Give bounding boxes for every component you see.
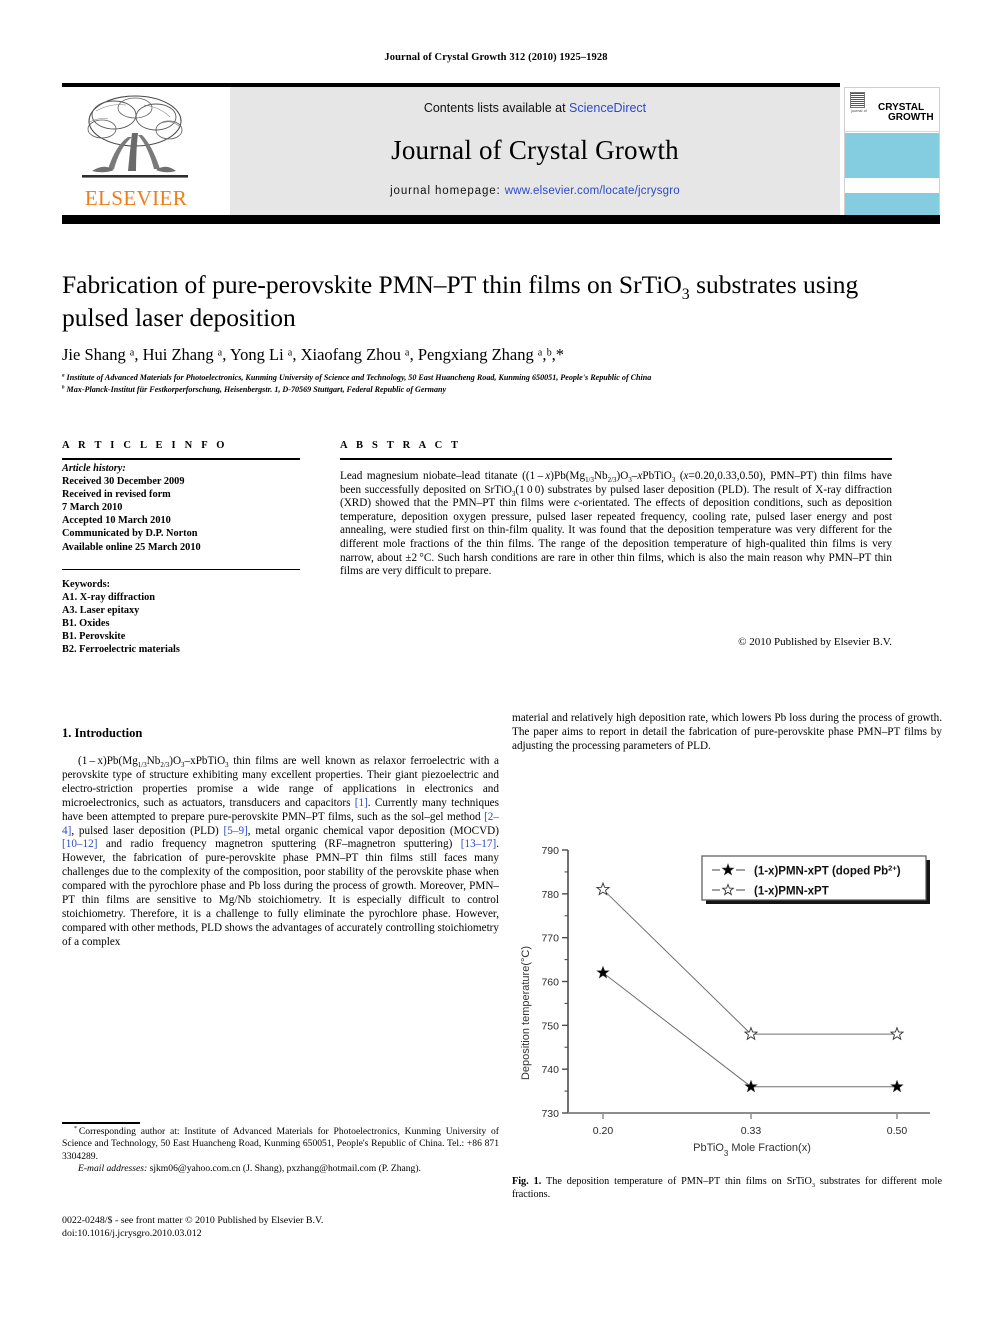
series-line xyxy=(602,889,897,1035)
article-info-heading: A R T I C L E I N F O xyxy=(62,440,228,451)
keyword-item: A3. Laser epitaxy xyxy=(62,605,140,617)
footnote-block: * Corresponding author at: Institute of … xyxy=(62,1126,499,1175)
figure-1: Deposition temperature(°C) PbTiO3 Mole F… xyxy=(512,838,942,1168)
title-part-3: pulsed laser deposition xyxy=(62,303,296,332)
elsevier-logo-block: ELSEVIER xyxy=(62,87,230,215)
abstract-text: Lead magnesium niobate–lead titanate ((1… xyxy=(340,470,892,578)
cover-band-2 xyxy=(845,180,939,192)
chart-legend: (1-x)PMN-xPT (doped Pb2+) (1-x)PMN-xPT xyxy=(701,855,930,904)
affiliation-b: b Max-Planck-Institut für Festkorperfors… xyxy=(62,385,447,394)
email-values: sjkm06@yahoo.com.cn (J. Shang), pxzhang@… xyxy=(149,1162,421,1174)
doi-line: doi:10.1016/j.jcrysgro.2010.03.012 xyxy=(62,1227,202,1239)
y-tick-label: 760 xyxy=(541,977,559,989)
y-tick-label: 730 xyxy=(541,1108,559,1120)
cover-band-3 xyxy=(845,193,939,215)
sciencedirect-link[interactable]: ScienceDirect xyxy=(569,101,646,115)
elsevier-wordmark: ELSEVIER xyxy=(84,186,188,210)
x-tick-label: 0.50 xyxy=(887,1125,908,1137)
citation-link[interactable]: [13–17] xyxy=(461,838,496,850)
legend-label: (1-x)PMN-xPT xyxy=(754,886,829,898)
citation-link[interactable]: [1] xyxy=(355,797,368,809)
cover-pretext: journal of xyxy=(851,109,867,113)
x-tick-label: 0.20 xyxy=(593,1125,614,1137)
history-item: Received 30 December 2009 xyxy=(62,476,185,488)
affiliation-a-text: Institute of Advanced Materials for Phot… xyxy=(66,373,652,382)
page-title: Fabrication of pure-perovskite PMN–PT th… xyxy=(62,268,892,334)
journal-title: Journal of Crystal Growth xyxy=(391,135,679,165)
y-tick-label: 750 xyxy=(541,1020,559,1032)
article-page: Journal of Crystal Growth 312 (2010) 192… xyxy=(0,0,992,1323)
keywords-label: Keywords: xyxy=(62,579,111,590)
running-head: Journal of Crystal Growth 312 (2010) 192… xyxy=(384,52,608,63)
email-label: E-mail addresses: xyxy=(78,1162,148,1174)
article-info-rule xyxy=(62,458,300,460)
citation-link[interactable]: [2–4] xyxy=(62,811,499,837)
paragraph-intro-1: (1 – x)Pb(Mg1/3Nb2/3)O3–xPbTiO3 thin fil… xyxy=(62,755,500,948)
abstract-heading: A B S T R A C T xyxy=(340,440,462,451)
issn-block: 0022-0248/$ - see front matter © 2010 Pu… xyxy=(62,1215,499,1240)
corresponding-author-note: * Corresponding author at: Institute of … xyxy=(62,1125,499,1162)
homepage-link[interactable]: www.elsevier.com/locate/jcrysgro xyxy=(505,185,680,197)
cover-title-line2: GROWTH xyxy=(888,112,934,123)
figure-caption: Fig. 1. The deposition temperature of PM… xyxy=(512,1176,942,1201)
article-history-block: Article history: Received 30 December 20… xyxy=(62,462,300,554)
email-note: E-mail addresses: sjkm06@yahoo.com.cn (J… xyxy=(62,1163,499,1175)
abstract-copyright: © 2010 Published by Elsevier B.V. xyxy=(738,636,892,648)
affiliation-b-text: Max-Planck-Institut für Festkorperforsch… xyxy=(66,385,447,394)
citation-link[interactable]: [10–12] xyxy=(62,838,97,850)
y-tick-label: 790 xyxy=(541,845,559,857)
figure-caption-a: The deposition temperature of PMN–PT thi… xyxy=(541,1176,812,1187)
history-item: Received in revised form xyxy=(62,489,171,501)
masthead-bottom-rule xyxy=(62,215,940,224)
issn-line: 0022-0248/$ - see front matter © 2010 Pu… xyxy=(62,1215,324,1226)
elsevier-tree-icon xyxy=(82,95,188,178)
x-tick-label: 0.33 xyxy=(741,1125,762,1137)
cover-band-1 xyxy=(845,133,939,178)
article-history-label: Article history: xyxy=(62,463,126,474)
filled-star-marker xyxy=(890,1079,904,1093)
keyword-item: B1. Perovskite xyxy=(62,631,126,643)
open-star-marker xyxy=(595,881,611,896)
figure-caption-label: Fig. 1. xyxy=(512,1176,542,1187)
y-tick-label: 740 xyxy=(541,1064,559,1076)
abstract-rule xyxy=(340,458,892,460)
corresponding-author-text: Corresponding author at: Institute of Ad… xyxy=(62,1126,499,1162)
keyword-item: A1. X-ray diffraction xyxy=(62,592,155,604)
deposition-temperature-chart: Deposition temperature(°C) PbTiO3 Mole F… xyxy=(520,845,930,1158)
journal-cover-thumbnail: journal of CRYSTAL GROWTH xyxy=(844,87,940,215)
filled-star-marker xyxy=(744,1079,758,1093)
masthead-center: Contents lists available at ScienceDirec… xyxy=(230,87,840,215)
keywords-rule xyxy=(62,569,300,571)
title-part-2: substrates using xyxy=(689,270,859,299)
footnote-rule xyxy=(62,1122,140,1124)
contents-prefix: Contents lists available at xyxy=(423,101,570,115)
keyword-item: B1. Oxides xyxy=(62,618,110,630)
title-part-1: Fabrication of pure-perovskite PMN–PT th… xyxy=(62,270,682,299)
y-axis-label: Deposition temperature(°C) xyxy=(520,946,532,1080)
affiliation-a: a Institute of Advanced Materials for Ph… xyxy=(62,373,652,382)
body-left-column: (1 – x)Pb(Mg1/3Nb2/3)O3–xPbTiO3 thin fil… xyxy=(62,755,499,950)
cover-emblem-icon xyxy=(850,92,865,108)
journal-homepage-line: journal homepage: www.elsevier.com/locat… xyxy=(230,185,840,197)
open-star-marker xyxy=(889,1026,905,1041)
history-item: Available online 25 March 2010 xyxy=(62,541,201,553)
history-item: 7 March 2010 xyxy=(62,502,123,514)
homepage-prefix: journal homepage: xyxy=(390,185,505,197)
history-item: Communicated by D.P. Norton xyxy=(62,528,198,540)
history-item: Accepted 10 March 2010 xyxy=(62,515,171,527)
author-list: Jie Shang ᵃ, Hui Zhang ᵃ, Yong Li ᵃ, Xia… xyxy=(62,345,564,364)
contents-available-line: Contents lists available at ScienceDirec… xyxy=(230,101,840,115)
section-heading-introduction: 1. Introduction xyxy=(62,726,143,740)
keywords-block: Keywords: A1. X-ray diffraction A3. Lase… xyxy=(62,578,300,657)
title-subscript: 3 xyxy=(681,286,690,304)
legend-label: (1-x)PMN-xPT (doped Pb2+) xyxy=(754,863,901,878)
masthead: ELSEVIER Contents lists available at Sci… xyxy=(62,87,940,215)
paragraph-intro-2: material and relatively high deposition … xyxy=(512,712,942,752)
keyword-item: B2. Ferroelectric materials xyxy=(62,644,180,656)
citation-link[interactable]: [5–9] xyxy=(224,825,248,837)
y-tick-label: 770 xyxy=(541,933,559,945)
body-right-column: material and relatively high deposition … xyxy=(512,712,942,754)
y-tick-label: 780 xyxy=(541,889,559,901)
x-axis-label: PbTiO3 Mole Fraction(x) xyxy=(693,1142,811,1158)
